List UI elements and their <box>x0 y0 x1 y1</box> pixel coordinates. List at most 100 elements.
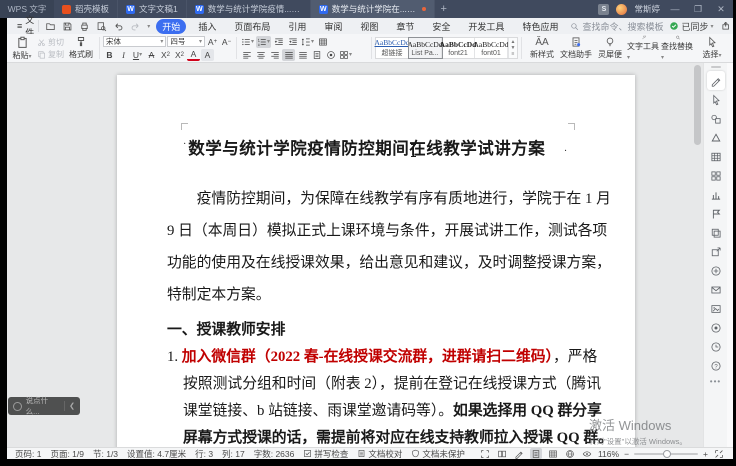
zoom-slider-knob[interactable] <box>663 450 671 458</box>
text-tools-button[interactable]: 文字工具▾ <box>627 35 661 61</box>
align-right-button[interactable] <box>268 49 281 61</box>
superscript-button[interactable]: X2 <box>159 49 172 61</box>
distribute-button[interactable] <box>296 49 309 61</box>
sync-status-button[interactable]: 已同步▾ <box>669 20 713 33</box>
print-preview-icon[interactable] <box>96 20 107 32</box>
shading-button[interactable] <box>324 49 337 61</box>
user-avatar[interactable] <box>616 4 627 15</box>
increase-indent-button[interactable] <box>286 36 299 48</box>
font-color-button[interactable]: A <box>187 49 200 61</box>
new-style-button[interactable]: ĂA新样式 <box>525 35 559 61</box>
clock-icon[interactable] <box>707 337 725 356</box>
subscript-button[interactable]: X2 <box>173 49 186 61</box>
doc-protection-status[interactable]: 文档未保护 <box>411 448 465 460</box>
envelope-icon[interactable] <box>707 280 725 299</box>
tab-document-1[interactable]: W 文字文稿1 <box>118 0 187 18</box>
new-tab-button[interactable]: + <box>435 0 453 18</box>
menu-dev-tools[interactable]: 开发工具 <box>462 19 510 34</box>
sidebar-more-icon[interactable]: ••• <box>710 377 721 386</box>
vertical-scrollbar[interactable] <box>694 65 701 145</box>
font-size-select[interactable]: 四号▾ <box>167 36 205 47</box>
docer-shell-icon[interactable] <box>707 128 725 147</box>
char-shading-button[interactable]: A <box>201 49 214 61</box>
collapse-left-icon[interactable]: ❮ <box>69 402 75 410</box>
fit-page-icon[interactable] <box>713 448 725 459</box>
file-menu[interactable]: ≡ 文件 <box>13 20 39 32</box>
edit-pen-icon[interactable] <box>707 71 725 90</box>
sidebar-handle[interactable] <box>711 66 721 68</box>
quickbar-more-icon[interactable]: ▾ <box>147 23 150 30</box>
select-button[interactable]: 选择▾ <box>695 35 729 61</box>
bold-button[interactable]: B <box>103 49 116 61</box>
eye-protect-icon[interactable] <box>581 448 593 459</box>
menu-page-layout[interactable]: 页面布局 <box>228 19 276 34</box>
zoom-in-button[interactable]: + <box>703 449 708 459</box>
font-name-select[interactable]: 宋体▾ <box>103 36 166 47</box>
tab-document-2[interactable]: W 数学与统计学院疫情...案20220106 <box>187 0 311 18</box>
justify-button[interactable] <box>282 49 295 61</box>
style-list-paragraph[interactable]: AaBbCcDd List Pa... <box>409 38 442 58</box>
document-page[interactable]: · 数学与统计学院疫情防控期间在线教学试讲方案 · 疫情防控期间，为保障在线教学… <box>117 75 635 447</box>
tab-document-3-active[interactable]: W 数学与统计学院在...20220106 <box>311 0 435 18</box>
restore-button[interactable]: ❐ <box>690 4 706 15</box>
bullets-button[interactable]: ▾ <box>240 36 255 48</box>
zoom-slider[interactable] <box>634 453 698 455</box>
page-view-icon[interactable] <box>530 448 542 459</box>
copy-button[interactable]: 复制 <box>35 48 66 60</box>
save-icon[interactable] <box>62 20 73 32</box>
border-grid-button[interactable]: ▾ <box>338 49 353 61</box>
two-page-view-icon[interactable] <box>496 448 508 459</box>
export-icon[interactable] <box>707 242 725 261</box>
spell-check-button[interactable]: 拼写检查 <box>303 448 348 460</box>
redo-icon[interactable] <box>130 20 141 32</box>
menu-insert[interactable]: 插入 <box>192 19 222 34</box>
close-button[interactable]: ✕ <box>713 4 729 15</box>
style-font01[interactable]: AaBbCcDd font01 <box>475 38 508 58</box>
fullscreen-view-icon[interactable] <box>479 448 491 459</box>
help-icon[interactable] <box>707 356 725 375</box>
minimize-button[interactable]: — <box>667 4 683 14</box>
zoom-level[interactable]: 116% <box>598 449 619 459</box>
apps-grid-icon[interactable] <box>707 166 725 185</box>
record-icon[interactable] <box>707 318 725 337</box>
gallery-expand-icon[interactable]: ≡ <box>512 51 515 57</box>
style-font21[interactable]: AaBbCcDd font21 <box>442 38 475 58</box>
flag-icon[interactable] <box>707 204 725 223</box>
paragraph-layout-button[interactable] <box>310 49 323 61</box>
outline-view-icon[interactable] <box>547 448 559 459</box>
menu-view[interactable]: 视图 <box>354 19 384 34</box>
italic-button[interactable]: I <box>117 49 130 61</box>
borders-button[interactable] <box>316 36 329 48</box>
ink-view-icon[interactable] <box>513 448 525 459</box>
grow-font-button[interactable]: A+ <box>206 36 219 48</box>
cut-button[interactable]: 剪切 <box>35 36 66 48</box>
cursor-icon[interactable] <box>707 90 725 109</box>
tab-docer-home[interactable]: 稻壳模板 <box>54 0 118 18</box>
menu-special-apps[interactable]: 特色应用 <box>516 19 564 34</box>
menu-home[interactable]: 开始 <box>156 19 186 34</box>
align-left-button[interactable] <box>240 49 253 61</box>
chart-icon[interactable] <box>707 185 725 204</box>
format-painter-button[interactable]: 格式刷 <box>66 35 96 61</box>
undo-icon[interactable] <box>113 20 124 32</box>
command-search[interactable]: 查找命令、搜索模板 <box>570 20 663 33</box>
menu-references[interactable]: 引用 <box>282 19 312 34</box>
find-replace-button[interactable]: 查找替换▾ <box>661 35 695 61</box>
menu-security[interactable]: 安全 <box>426 19 456 34</box>
doc-proof-button[interactable]: 文档校对 <box>357 448 402 460</box>
table-icon[interactable] <box>707 147 725 166</box>
print-icon[interactable] <box>79 20 90 32</box>
open-icon[interactable] <box>45 20 56 32</box>
paste-button[interactable]: 粘贴▾ <box>9 35 35 61</box>
numbering-button[interactable]: ▾ <box>256 36 271 48</box>
align-center-button[interactable] <box>254 49 267 61</box>
strikethrough-button[interactable]: A <box>145 49 158 61</box>
doc-assistant-button[interactable]: 文档助手 <box>559 35 593 61</box>
layers-icon[interactable] <box>707 223 725 242</box>
user-name[interactable]: 常斯婷 <box>634 3 660 15</box>
shapes-icon[interactable] <box>707 109 725 128</box>
line-spacing-button[interactable]: ▾ <box>300 36 315 48</box>
zoom-out-button[interactable]: − <box>624 449 629 459</box>
web-view-icon[interactable] <box>564 448 576 459</box>
member-badge[interactable]: S <box>598 4 609 15</box>
